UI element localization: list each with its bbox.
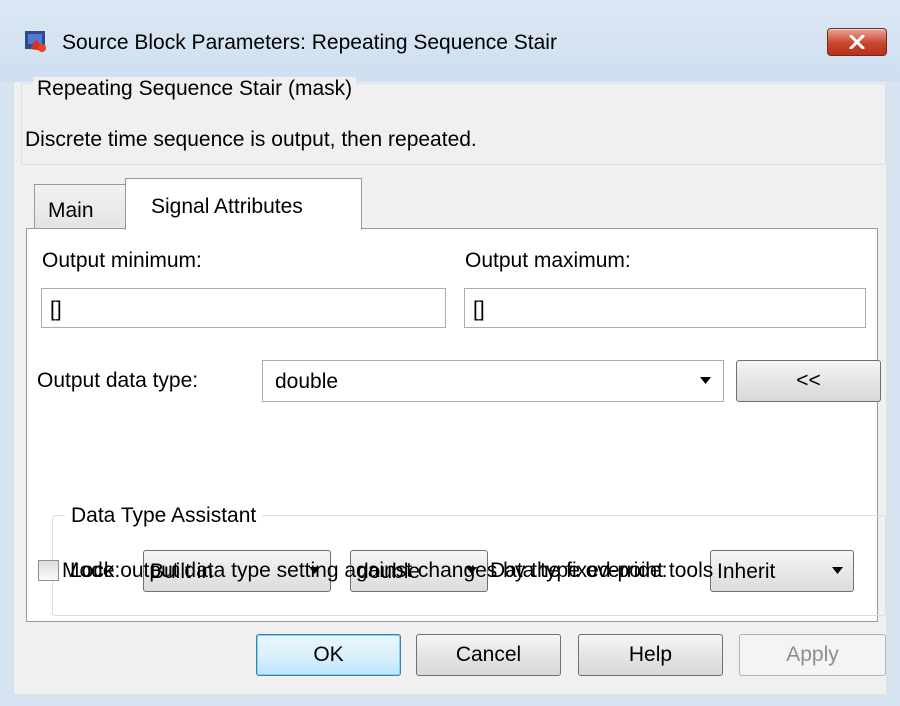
- tab-main-label: Main: [48, 199, 94, 222]
- help-button[interactable]: Help: [578, 634, 723, 676]
- hide-data-type-assistant-button[interactable]: <<: [736, 360, 881, 402]
- close-button[interactable]: [827, 28, 887, 56]
- tab-signal-attributes-label: Signal Attributes: [151, 195, 303, 218]
- description-group: Repeating Sequence Stair (mask) Discrete…: [21, 77, 886, 165]
- output-minimum-value: []: [50, 298, 62, 321]
- lock-data-type-label[interactable]: Lock output data type setting against ch…: [70, 559, 713, 583]
- dialog-client-area: Repeating Sequence Stair (mask) Discrete…: [14, 77, 886, 694]
- output-data-type-label: Output data type:: [37, 369, 199, 392]
- simulink-block-icon: [25, 31, 46, 52]
- chevron-down-icon: [700, 377, 711, 384]
- output-maximum-field[interactable]: []: [464, 288, 866, 328]
- output-minimum-label: Output minimum:: [42, 249, 202, 272]
- lock-data-type-checkbox[interactable]: [38, 560, 59, 581]
- data-type-override-value: Inherit: [717, 560, 776, 583]
- ok-button[interactable]: OK: [256, 634, 401, 676]
- output-data-type-combo[interactable]: double: [262, 360, 724, 402]
- data-type-assistant-legend: Data Type Assistant: [65, 504, 263, 528]
- data-type-override-dropdown[interactable]: Inherit: [710, 550, 854, 592]
- output-maximum-label: Output maximum:: [465, 249, 631, 272]
- description-legend: Repeating Sequence Stair (mask): [33, 77, 357, 101]
- tab-main[interactable]: Main: [34, 184, 126, 228]
- window-title: Source Block Parameters: Repeating Seque…: [62, 31, 557, 54]
- tab-signal-attributes[interactable]: Signal Attributes: [125, 178, 362, 230]
- title-bar: Source Block Parameters: Repeating Seque…: [0, 0, 900, 82]
- chevron-down-icon: [832, 567, 843, 574]
- output-minimum-field[interactable]: []: [41, 288, 446, 328]
- description-text: Discrete time sequence is output, then r…: [25, 128, 477, 151]
- cancel-button[interactable]: Cancel: [416, 634, 561, 676]
- apply-button[interactable]: Apply: [739, 634, 886, 676]
- output-data-type-value: double: [275, 370, 339, 393]
- close-icon: [849, 35, 865, 49]
- output-maximum-value: []: [473, 298, 485, 321]
